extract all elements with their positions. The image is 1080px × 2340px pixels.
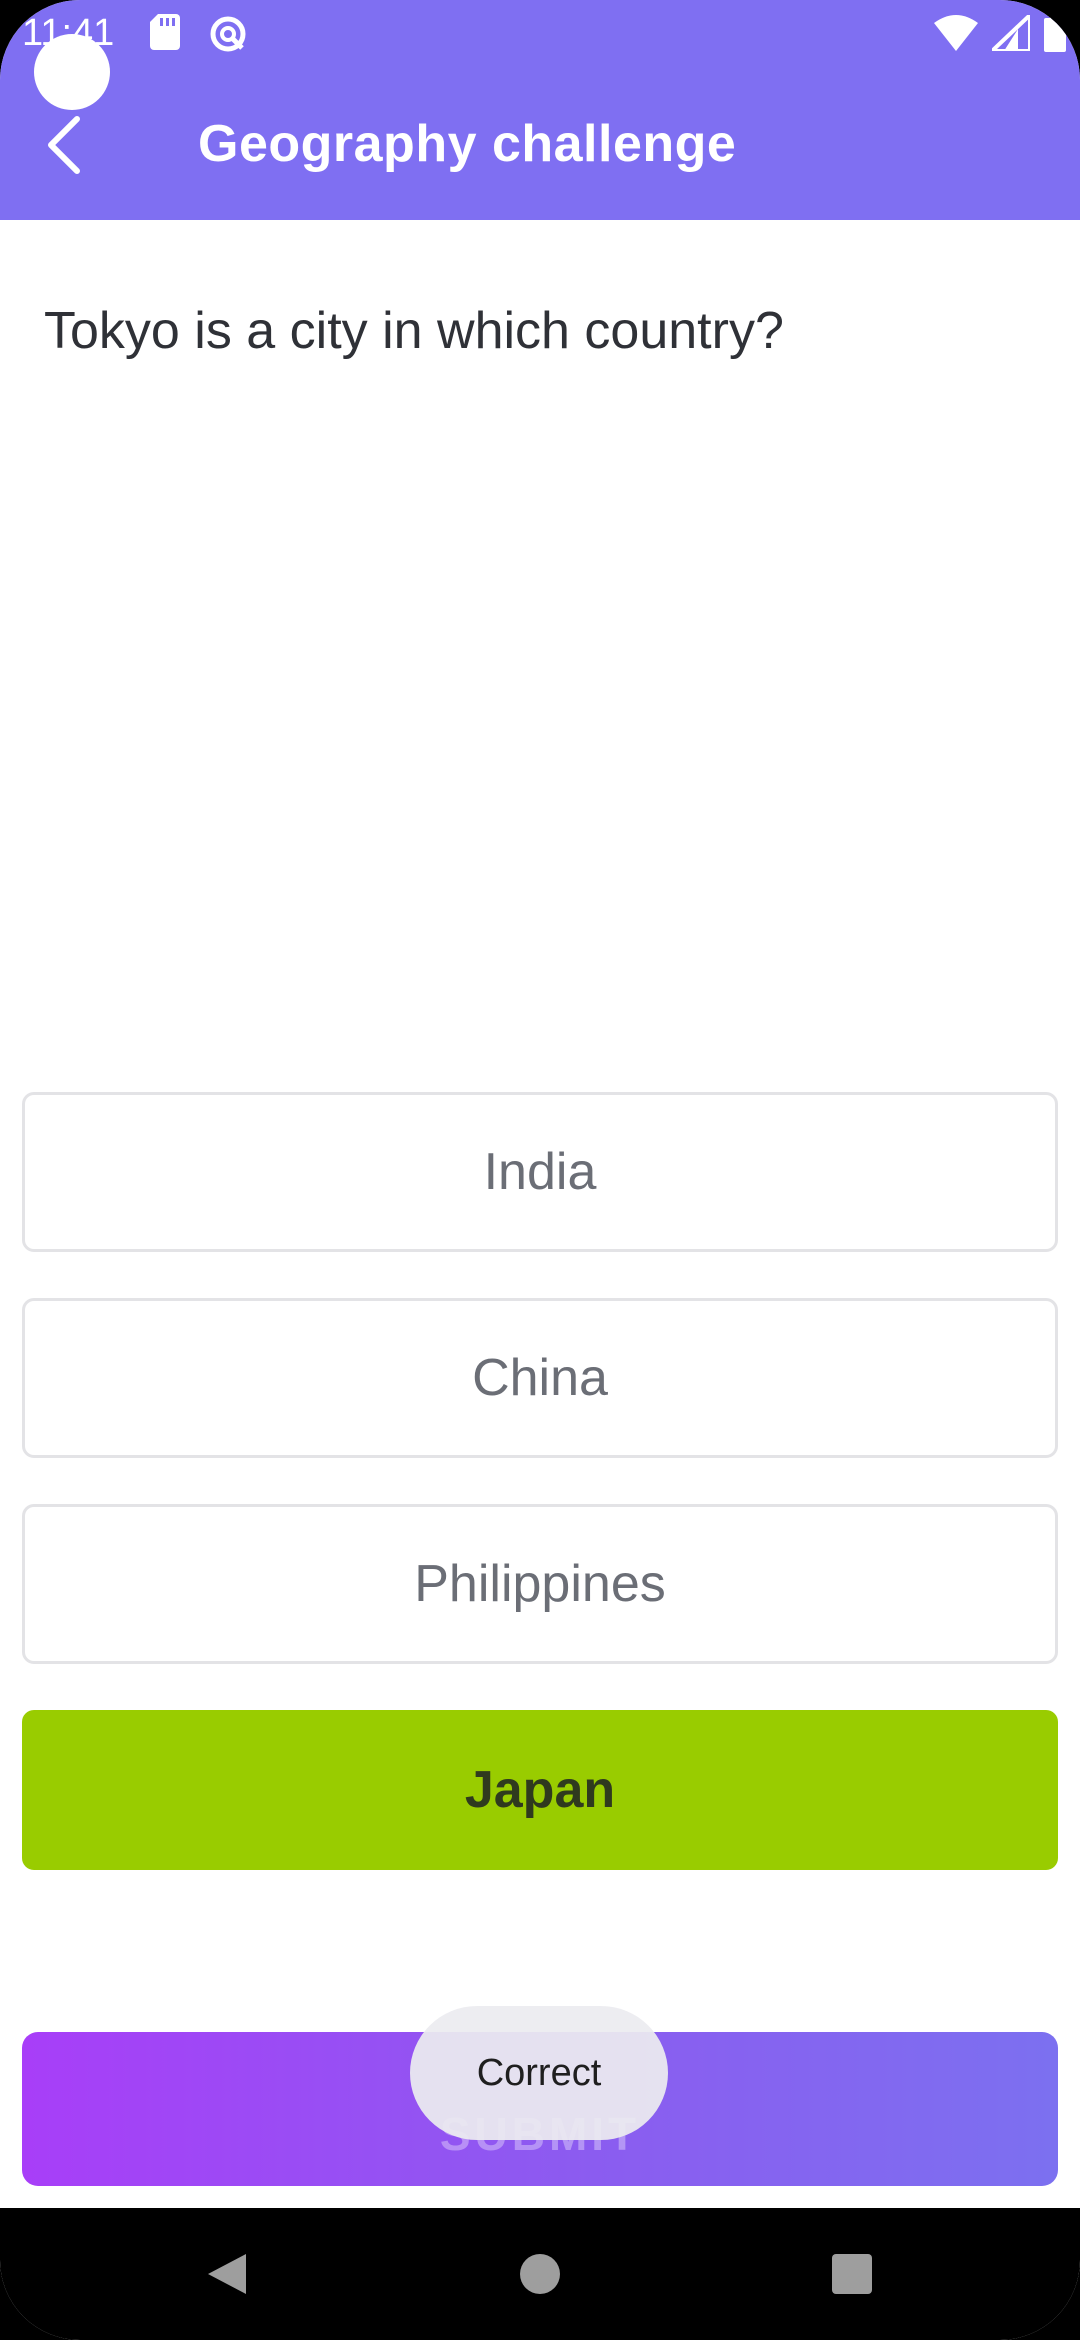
answer-option-india[interactable]: India [22,1092,1058,1252]
nav-back-button[interactable] [198,2244,258,2304]
chevron-left-icon [48,116,80,174]
toast-message: Correct [410,2006,668,2140]
cell-signal-icon [986,10,1032,56]
status-bar: 11:41 [0,0,1080,66]
answer-option-japan[interactable]: Japan [22,1710,1058,1870]
sd-card-icon [150,14,180,59]
question-text: Tokyo is a city in which country? [44,302,784,360]
battery-icon [1044,14,1066,57]
home-circle-icon [520,2254,560,2294]
back-button[interactable] [28,110,98,180]
nav-recents-button[interactable] [822,2244,882,2304]
answer-option-china[interactable]: China [22,1298,1058,1458]
app-bar: Geography challenge [0,66,1080,220]
back-triangle-icon [208,2254,246,2294]
data-saver-icon [208,14,248,59]
system-nav-bar [0,2208,1080,2340]
status-icons-right [934,10,1066,57]
answer-option-philippines[interactable]: Philippines [22,1504,1058,1664]
recents-square-icon [832,2254,872,2294]
page-title: Geography challenge [198,115,737,173]
device-screen: 11:41 Geography challenge Tokyo is a cit… [0,0,1080,2340]
wifi-icon [934,15,978,56]
app-header: 11:41 Geography challenge [0,0,1080,220]
nav-home-button[interactable] [510,2244,570,2304]
status-icons-left [150,14,248,59]
